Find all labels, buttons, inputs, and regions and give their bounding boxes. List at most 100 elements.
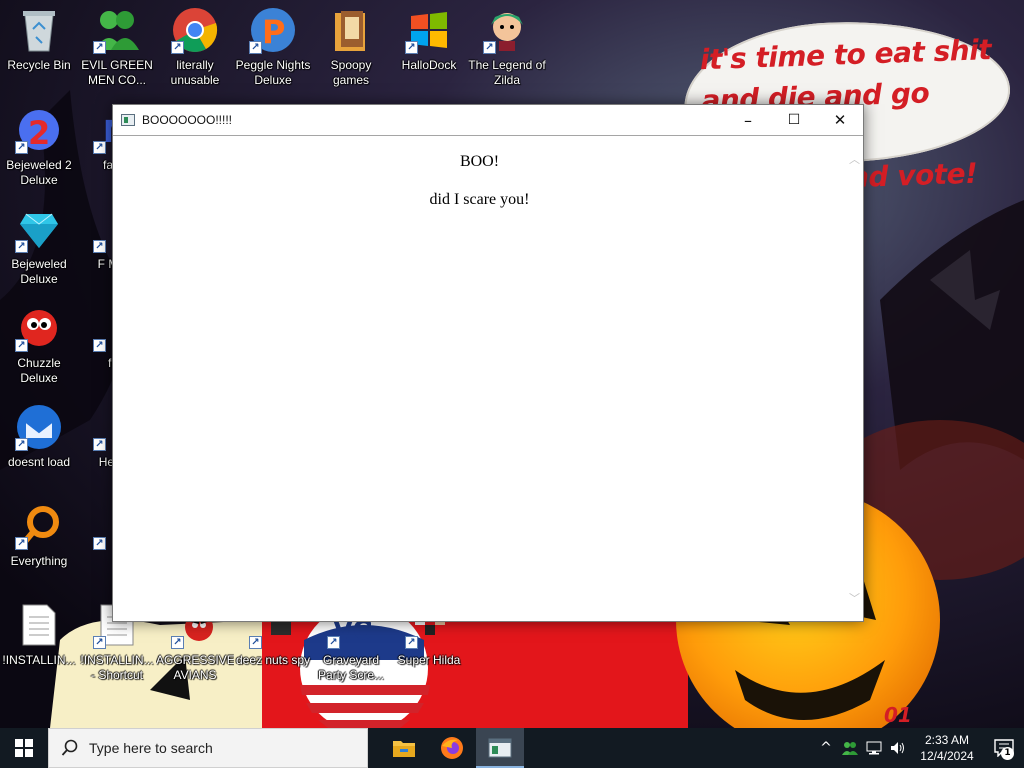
system-tray: ^ 2:33 AM 12/4/2024 1 [814, 728, 1024, 768]
taskbar-search[interactable] [48, 728, 368, 768]
desktop-icon-chuzzle[interactable]: ↗ Chuzzle Deluxe [0, 298, 78, 394]
shortcut-arrow-icon: ↗ [171, 41, 184, 54]
chrome-icon: ↗ [171, 6, 219, 54]
windows-start-icon [15, 739, 33, 757]
shortcut-arrow-icon: ↗ [93, 141, 106, 154]
boo-window[interactable]: BOOOOOOO!!!!! – ☐ ✕ BOO! did I scare you… [112, 104, 864, 622]
shortcut-arrow-icon: ↗ [249, 636, 262, 649]
desktop-icon-bejeweled[interactable]: ↗ Bejeweled Deluxe [0, 199, 78, 295]
desktop-icon-label: Bejeweled Deluxe [11, 257, 67, 286]
desktop-icon-doesnt-load[interactable]: ↗ doesnt load [0, 397, 78, 493]
shortcut-arrow-icon: ↗ [405, 41, 418, 54]
taskbar-boo-window[interactable] [476, 728, 524, 768]
desktop-icon-label: Chuzzle Deluxe [17, 356, 61, 385]
desktop-icon-label: Everything [10, 554, 68, 568]
tray-chevron-icon[interactable]: ^ [814, 728, 838, 768]
folder-icon [327, 6, 375, 54]
everything-search-icon: ↗ [15, 502, 63, 550]
desktop-icon-label: Super Hilda [397, 653, 461, 667]
sticker-text: 01 [884, 703, 912, 727]
start-button[interactable] [0, 728, 48, 768]
desktop-icon-label: deez nuts spy [235, 653, 311, 667]
chuzzle-icon: ↗ [15, 304, 63, 352]
green-men-icon: ↗ [93, 6, 141, 54]
volume-icon[interactable] [886, 728, 910, 768]
shortcut-arrow-icon: ↗ [327, 636, 340, 649]
diamond-icon: ↗ [15, 205, 63, 253]
desktop-icon-recycle-bin[interactable]: Recycle Bin [0, 0, 78, 96]
page-message: did I scare you! [429, 191, 530, 208]
desktop-icon-chrome[interactable]: ↗ literally unusable [156, 0, 234, 96]
action-center-button[interactable]: 1 [984, 728, 1024, 768]
vertical-scrollbar[interactable]: ︿ ﹀ [846, 137, 863, 621]
recycle-bin-icon [15, 6, 63, 54]
clock-date: 12/4/2024 [920, 749, 974, 763]
window-app-icon [488, 738, 512, 758]
desktop-icon-bejeweled-2[interactable]: 2 ↗ Bejeweled 2 Deluxe [0, 100, 78, 196]
page-body: BOO! did I scare you! [113, 153, 846, 229]
shortcut-arrow-icon: ↗ [483, 41, 496, 54]
desktop-icon-label: AGGRESSIVE AVIANS [156, 653, 234, 682]
search-input[interactable] [89, 740, 339, 756]
minimize-button[interactable]: – [725, 105, 771, 135]
thunderbird-icon: ↗ [15, 403, 63, 451]
windows-logo-icon: ↗ [405, 6, 453, 54]
shortcut-arrow-icon: ↗ [405, 636, 418, 649]
shortcut-arrow-icon: ↗ [93, 41, 106, 54]
desktop-icon-installin[interactable]: !INSTALLIN... [0, 595, 78, 691]
desktop-icon-peggle[interactable]: P ↗ Peggle Nights Deluxe [234, 0, 312, 96]
desktop-icon-label: Spoopy games [330, 58, 372, 87]
desktop-icon-label: literally unusable [170, 58, 220, 87]
desktop-icon-everything[interactable]: ↗ Everything [0, 496, 78, 592]
shortcut-arrow-icon: ↗ [93, 339, 106, 352]
desktop-icon-label: HalloDock [401, 58, 457, 72]
notification-badge: 1 [1001, 747, 1014, 760]
shortcut-arrow-icon: ↗ [15, 438, 28, 451]
desktop-icon-spoopy-games[interactable]: Spoopy games [312, 0, 390, 96]
desktop-icon-label: !INSTALLIN... - Shortcut [80, 653, 154, 682]
tray-people-icon[interactable] [838, 728, 862, 768]
peggle-icon: P ↗ [249, 6, 297, 54]
taskbar-clock[interactable]: 2:33 AM 12/4/2024 [910, 732, 984, 764]
taskbar-firefox[interactable] [428, 728, 476, 768]
window-content: BOO! did I scare you! ︿ ﹀ [113, 137, 863, 621]
shortcut-arrow-icon: ↗ [93, 438, 106, 451]
shortcut-arrow-icon: ↗ [93, 537, 106, 550]
file-explorer-icon [393, 741, 415, 757]
clock-time: 2:33 AM [924, 733, 970, 747]
text-file-icon [15, 601, 63, 649]
zilda-icon: ↗ [483, 6, 531, 54]
shortcut-arrow-icon: ↗ [15, 141, 28, 154]
maximize-button[interactable]: ☐ [771, 105, 817, 135]
window-title: BOOOOOOO!!!!! [142, 113, 233, 127]
desktop-icon-label: !INSTALLIN... [2, 653, 76, 667]
shortcut-arrow-icon: ↗ [93, 240, 106, 253]
desktop-icon-hallodock[interactable]: ↗ HalloDock [390, 0, 468, 96]
scroll-up-icon[interactable]: ︿ [846, 151, 863, 168]
window-titlebar[interactable]: BOOOOOOO!!!!! – ☐ ✕ [113, 105, 863, 136]
desktop-icon-label: doesnt load [7, 455, 71, 469]
scroll-down-icon[interactable]: ﹀ [846, 590, 863, 607]
taskbar: ^ 2:33 AM 12/4/2024 1 [0, 728, 1024, 768]
network-icon[interactable] [862, 728, 886, 768]
close-button[interactable]: ✕ [817, 105, 863, 135]
bejeweled2-icon: 2 ↗ [15, 106, 63, 154]
svg-text:2: 2 [28, 114, 50, 152]
window-app-icon [121, 114, 135, 126]
taskbar-file-explorer[interactable] [380, 728, 428, 768]
desktop-icon-legend-of-zilda[interactable]: ↗ The Legend of Zilda [468, 0, 546, 96]
shortcut-arrow-icon: ↗ [15, 339, 28, 352]
desktop-icon-evil-green-men[interactable]: ↗ EVIL GREEN MEN CO... [78, 0, 156, 96]
desktop-icon-label: The Legend of Zilda [468, 58, 546, 87]
svg-text:P: P [262, 13, 285, 51]
desktop-icon-label: EVIL GREEN MEN CO... [81, 58, 153, 87]
shortcut-arrow-icon: ↗ [171, 636, 184, 649]
firefox-icon [441, 737, 463, 759]
desktop-icon-label: Bejeweled 2 Deluxe [6, 158, 72, 187]
desktop-icon-label: Peggle Nights Deluxe [235, 58, 311, 87]
shortcut-arrow-icon: ↗ [15, 240, 28, 253]
shortcut-arrow-icon: ↗ [15, 537, 28, 550]
desktop-icon-label: Recycle Bin [7, 58, 71, 72]
search-icon [61, 739, 78, 756]
page-heading: BOO! [459, 153, 500, 170]
